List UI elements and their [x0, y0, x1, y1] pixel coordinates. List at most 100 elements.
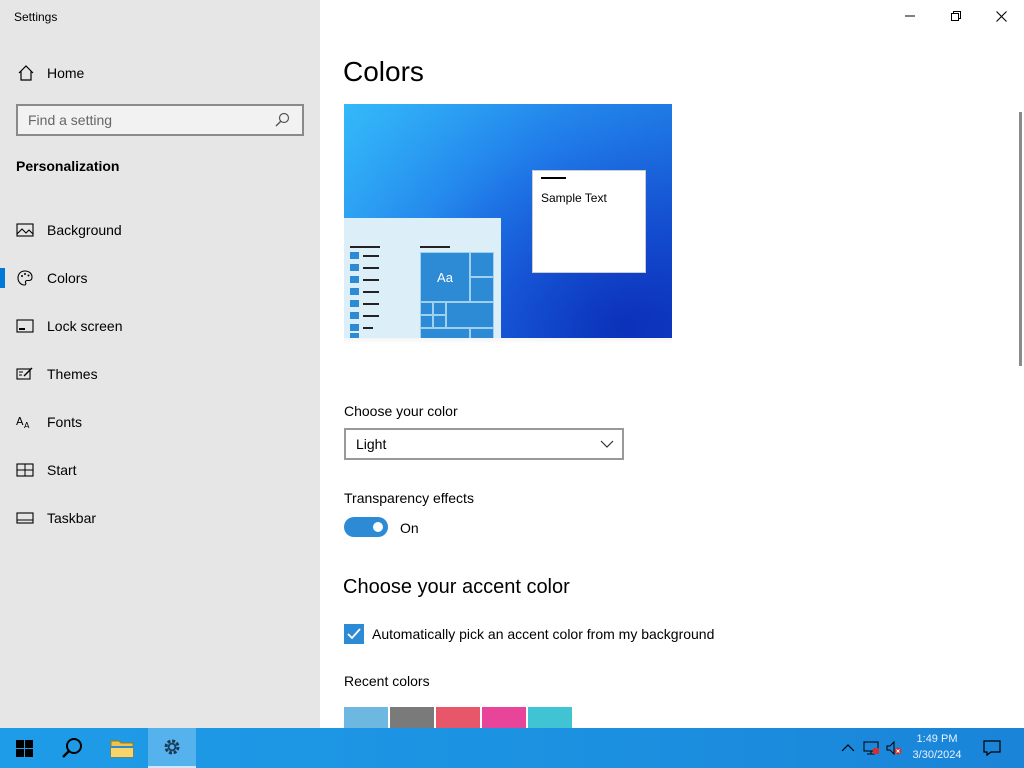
restore-icon: [951, 11, 961, 21]
preview-tile: [420, 315, 433, 328]
sidebar-item-themes[interactable]: Themes: [0, 350, 320, 398]
sidebar-item-taskbar[interactable]: Taskbar: [0, 494, 320, 542]
minimize-button[interactable]: [887, 0, 933, 32]
checkmark-icon: [347, 628, 361, 640]
sidebar-item-label: Taskbar: [47, 510, 97, 526]
preview-list-line: [363, 267, 379, 269]
clock-time: 1:49 PM: [916, 733, 958, 745]
preview-tile: [470, 277, 494, 302]
accent-heading: Choose your accent color: [343, 576, 570, 598]
transparency-toggle[interactable]: [344, 517, 388, 537]
preview-list-bar: [350, 264, 359, 271]
picture-icon: [16, 221, 34, 239]
auto-accent-checkbox[interactable]: [344, 624, 364, 644]
preview-tile: Aa: [420, 252, 470, 302]
themes-icon: [16, 365, 34, 383]
volume-muted-icon[interactable]: [886, 740, 902, 756]
sidebar-item-lock-screen[interactable]: Lock screen: [0, 302, 320, 350]
color-swatch[interactable]: [344, 707, 388, 728]
svg-text:A: A: [24, 421, 30, 430]
color-swatch[interactable]: [482, 707, 526, 728]
sidebar-nav: Background Colors Lock screen Themes AA …: [0, 206, 320, 542]
preview-list-line: [363, 279, 379, 281]
recent-colors-label: Recent colors: [344, 673, 430, 689]
preview-list-bar: [350, 276, 359, 283]
sidebar-item-colors[interactable]: Colors: [0, 254, 320, 302]
network-icon[interactable]: [863, 740, 879, 756]
choose-color-value: Light: [356, 436, 387, 452]
sidebar-item-background[interactable]: Background: [0, 206, 320, 254]
sidebar-item-label: Themes: [47, 366, 98, 382]
preview-tile: [470, 328, 494, 338]
close-button[interactable]: [978, 0, 1024, 32]
start-icon: [16, 461, 34, 479]
preview-tile: [433, 302, 446, 315]
preview-list-line: [363, 315, 379, 317]
sidebar-item-label: Lock screen: [47, 318, 123, 334]
preview-tile: [446, 302, 494, 328]
color-swatch[interactable]: [390, 707, 434, 728]
palette-icon: [16, 269, 34, 287]
folder-icon: [110, 740, 134, 758]
main-content: Colors Sample Text Aa Choose your color …: [320, 0, 1024, 728]
preview-tile: [433, 315, 446, 328]
sidebar-item-label: Fonts: [47, 414, 83, 430]
sidebar: Settings Home Personalization Background…: [0, 0, 320, 728]
sidebar-item-start[interactable]: Start: [0, 446, 320, 494]
start-button[interactable]: [0, 728, 48, 768]
preview-list-bar: [350, 324, 359, 331]
preview-tile: [420, 328, 470, 338]
preview-list-line: [363, 255, 379, 257]
taskbar-icon: [16, 509, 34, 527]
close-icon: [995, 10, 1007, 22]
preview-list-line: [363, 303, 379, 305]
preview-tile: [420, 302, 433, 315]
scrollbar[interactable]: [1019, 112, 1022, 366]
preview-window-bar: [541, 177, 566, 179]
app-title: Settings: [14, 10, 58, 24]
color-swatch[interactable]: [528, 707, 572, 728]
chevron-up-icon[interactable]: [840, 740, 856, 756]
fonts-icon: AA: [16, 413, 34, 431]
search-icon: [62, 738, 82, 758]
preview-tile: [470, 252, 494, 277]
gear-icon: [164, 739, 180, 755]
search-taskbar-button[interactable]: [48, 728, 96, 768]
preview-sample-text: Sample Text: [541, 191, 607, 205]
toggle-knob: [373, 522, 383, 532]
choose-color-label: Choose your color: [344, 403, 458, 419]
chevron-down-icon: [600, 440, 614, 448]
file-explorer-button[interactable]: [98, 728, 146, 768]
search-input[interactable]: [18, 106, 268, 134]
preview-list-bar: [350, 252, 359, 259]
home-nav-item[interactable]: Home: [0, 60, 320, 86]
action-center-icon[interactable]: [983, 739, 1001, 757]
clock-date: 3/30/2024: [912, 749, 962, 761]
preview-tile-text: Aa: [437, 269, 453, 285]
preview-window: Sample Text: [532, 170, 646, 273]
preview-list-bar: [350, 312, 359, 319]
lock-screen-icon: [16, 317, 34, 335]
auto-accent-label: Automatically pick an accent color from …: [372, 626, 715, 642]
preview-list-bar: [350, 300, 359, 307]
restore-button[interactable]: [933, 0, 979, 32]
recent-colors: [344, 707, 572, 728]
choose-color-dropdown[interactable]: Light: [344, 428, 624, 460]
sidebar-item-fonts[interactable]: AA Fonts: [0, 398, 320, 446]
taskbar: [0, 728, 1024, 768]
search-icon[interactable]: [274, 112, 290, 128]
home-icon: [18, 65, 34, 81]
preview-shadow: [344, 338, 672, 344]
svg-text:A: A: [16, 415, 24, 428]
windows-logo-icon: [15, 739, 33, 757]
taskbar-clock[interactable]: 1:49 PM 3/30/2024: [906, 731, 968, 763]
home-label: Home: [47, 65, 85, 81]
sidebar-item-label: Start: [47, 462, 77, 478]
sidebar-item-label: Colors: [47, 270, 88, 286]
preview-start-menu: Aa: [344, 218, 501, 338]
search-box[interactable]: [16, 104, 304, 136]
preview-list-bar: [350, 288, 359, 295]
color-swatch[interactable]: [436, 707, 480, 728]
preview-list-line: [363, 291, 379, 293]
settings-taskbar-button[interactable]: [148, 728, 196, 768]
